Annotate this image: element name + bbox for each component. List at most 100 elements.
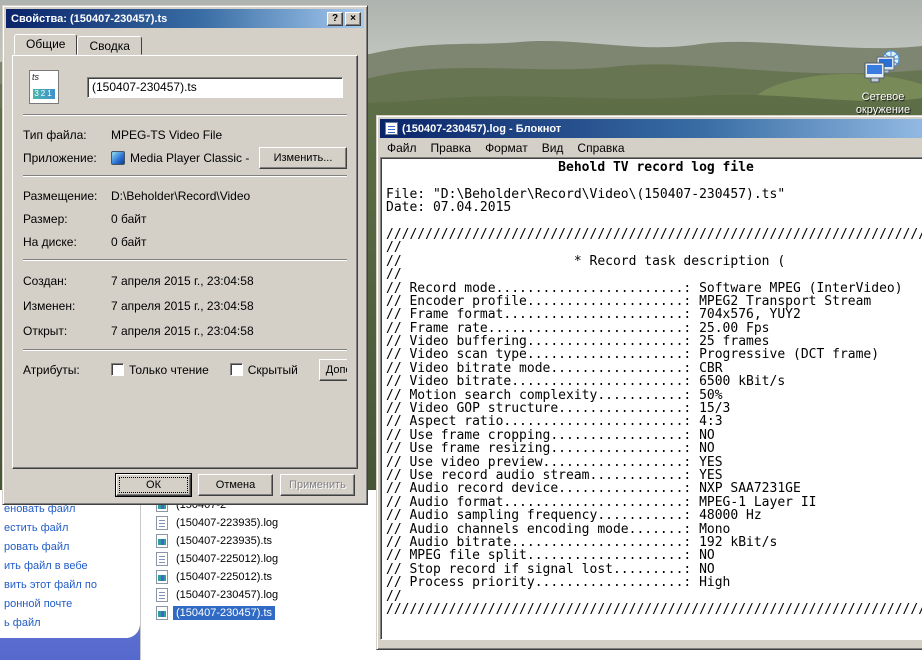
log-line: // Aspect ratio.......................: … — [386, 415, 922, 428]
file-list-item[interactable]: (150407-225012).ts — [156, 568, 281, 586]
log-line: // Use record audio stream............: … — [386, 469, 922, 482]
task-pane-link[interactable]: ить файл в вебе — [0, 557, 136, 576]
ok-button[interactable]: ОК — [116, 474, 191, 496]
menu-item[interactable]: Формат — [478, 139, 535, 157]
file-list-item[interactable]: (150407-225012).log — [156, 550, 281, 568]
apply-button[interactable]: Применить — [280, 474, 355, 496]
dates-section: Создан: 7 апреля 2015 г., 23:04:58 Измен… — [23, 268, 347, 343]
file-list-item[interactable]: (150407-223935).log — [156, 514, 281, 532]
file-name: (150407-223935).log — [173, 516, 281, 530]
menu-item[interactable]: Файл — [380, 139, 424, 157]
hidden-option: Скрытый — [230, 363, 298, 377]
dialog-title: Свойства: (150407-230457).ts — [11, 13, 325, 25]
ts-icon-filmstrip: 321 — [33, 89, 55, 99]
hidden-label: Скрытый — [248, 363, 298, 377]
cancel-button[interactable]: Отмена — [198, 474, 273, 496]
menu-item[interactable]: Вид — [535, 139, 571, 157]
field-value: D:\Beholder\Record\Video — [111, 189, 347, 203]
attributes-row: Атрибуты: Только чтение Скрытый Дополнит… — [23, 358, 347, 381]
task-pane-link[interactable]: ронной почте — [0, 595, 136, 614]
log-line: // Record mode........................: … — [386, 282, 922, 295]
separator — [23, 259, 347, 261]
log-line: // Audio channels encoding mode.......: … — [386, 523, 922, 536]
file-type-icon — [156, 534, 168, 548]
log-line: Behold TV record log file — [386, 161, 922, 174]
close-button[interactable]: × — [345, 12, 361, 26]
hidden-checkbox[interactable] — [230, 363, 243, 376]
task-pane-link[interactable]: естить файл — [0, 519, 136, 538]
field-value: 0 байт — [111, 212, 347, 226]
log-line: // Frame format.......................: … — [386, 308, 922, 321]
read-only-checkbox[interactable] — [111, 363, 124, 376]
log-line: // Frame rate.........................: … — [386, 322, 922, 335]
log-line: // Encoder profile....................: … — [386, 295, 922, 308]
attributes-controls: Только чтение Скрытый Дополнительно... — [111, 359, 347, 381]
app-row: Приложение: Media Player Classic - Измен… — [23, 146, 347, 169]
properties-dialog: Свойства: (150407-230457).ts ? × Общие С… — [2, 5, 368, 505]
log-line: // Use frame resizing.................: … — [386, 442, 922, 455]
log-line: // Video scan type....................: … — [386, 348, 922, 361]
field-label: Открыт: — [23, 324, 111, 338]
created-row: Создан: 7 апреля 2015 г., 23:04:58 — [23, 268, 347, 293]
field-label: Тип файла: — [23, 128, 111, 142]
log-line: // Process priority...................: … — [386, 576, 922, 589]
advanced-button[interactable]: Дополнительно... — [319, 359, 347, 381]
task-pane-link[interactable]: вить этот файл по — [0, 576, 136, 595]
file-name: (150407-230457).ts — [173, 606, 275, 620]
menu-item[interactable]: Справка — [570, 139, 631, 157]
notepad-window: (150407-230457).log - Блокнот Файл Правк… — [376, 115, 922, 650]
log-line: File: "D:\Beholder\Record\Video\(150407-… — [386, 188, 922, 201]
log-line: // — [386, 590, 922, 603]
network-places-icon[interactable]: Сетевое окружение — [844, 50, 922, 117]
notepad-text-area[interactable]: Behold TV record log file File: "D:\Beho… — [380, 157, 922, 640]
on-disk-row: На диске: 0 байт — [23, 230, 347, 253]
filename-input[interactable] — [87, 77, 343, 98]
file-list-item[interactable]: (150407-230457).log — [156, 586, 281, 604]
media-player-classic-icon — [111, 151, 125, 165]
log-line — [386, 174, 922, 187]
file-type-icon — [156, 570, 168, 584]
log-line: // — [386, 241, 922, 254]
ts-file-icon: ts 321 — [29, 70, 59, 104]
field-label: Атрибуты: — [23, 363, 111, 377]
pane-separator — [140, 490, 141, 660]
log-line: ////////////////////////////////////////… — [386, 603, 922, 616]
log-line: // Video buffering....................: … — [386, 335, 922, 348]
log-line: // Video bitrate mode.................: … — [386, 362, 922, 375]
separator — [23, 175, 347, 177]
separator — [23, 349, 347, 351]
network-icon-label-line1: Сетевое — [844, 91, 922, 104]
tab-general[interactable]: Общие — [14, 34, 77, 55]
log-line: // Use frame cropping.................: … — [386, 429, 922, 442]
file-name: (150407-225012).log — [173, 552, 281, 566]
file-type-icon — [156, 516, 168, 530]
help-button[interactable]: ? — [327, 12, 343, 26]
log-line: // Audio sampling frequency...........: … — [386, 509, 922, 522]
task-pane-link[interactable]: ь файл — [0, 614, 136, 633]
notepad-menubar: Файл Правка Формат Вид Справка — [380, 138, 922, 157]
log-line: // * Record task description ( — [386, 255, 922, 268]
app-name: Media Player Classic - — [130, 151, 249, 165]
log-line: Date: 07.04.2015 — [386, 201, 922, 214]
log-line: // — [386, 268, 922, 281]
change-app-button[interactable]: Изменить... — [259, 147, 347, 169]
field-label: Приложение: — [23, 151, 111, 165]
file-name: (150407-223935).ts — [173, 534, 275, 548]
file-name: (150407-230457).log — [173, 588, 281, 602]
dialog-tabs: Общие Сводка — [14, 34, 364, 55]
task-pane-link[interactable]: ровать файл — [0, 538, 136, 557]
opened-row: Открыт: 7 апреля 2015 г., 23:04:58 — [23, 318, 347, 343]
log-line: // Video bitrate......................: … — [386, 375, 922, 388]
location-row: Размещение: D:\Beholder\Record\Video — [23, 184, 347, 207]
file-list-item[interactable]: (150407-223935).ts — [156, 532, 281, 550]
file-list-item[interactable]: (150407-230457).ts — [156, 604, 281, 622]
log-line: // Motion search complexity...........: … — [386, 389, 922, 402]
file-list: (150407-2 (150407-223935).log (150407-22… — [156, 496, 281, 622]
log-line: // Use video preview..................: … — [386, 456, 922, 469]
field-label: Размер: — [23, 212, 111, 226]
tab-summary[interactable]: Сводка — [77, 36, 142, 55]
log-line: ////////////////////////////////////////… — [386, 228, 922, 241]
field-label: Создан: — [23, 274, 111, 288]
menu-item[interactable]: Правка — [424, 139, 479, 157]
field-label: На диске: — [23, 235, 111, 249]
